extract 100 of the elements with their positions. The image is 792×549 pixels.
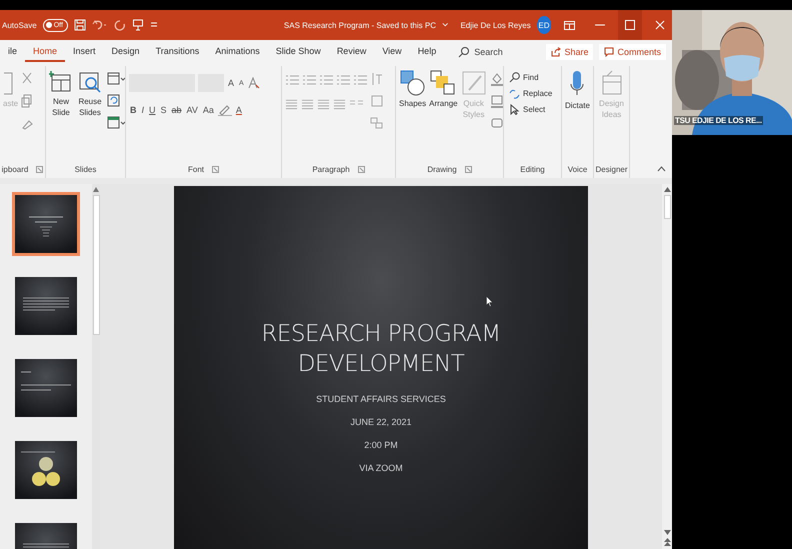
highlighter-icon[interactable] bbox=[218, 104, 232, 116]
group-label: Voice bbox=[568, 164, 588, 174]
ribbon-button[interactable]: Reuse Slides bbox=[78, 70, 102, 119]
slide-subtitle: VIA ZOOM bbox=[359, 462, 403, 473]
slide-preview-drawing bbox=[15, 359, 77, 417]
list-icon[interactable] bbox=[319, 74, 333, 86]
presentation-icon[interactable] bbox=[132, 19, 144, 31]
smartart-icon[interactable] bbox=[370, 116, 384, 130]
format-button[interactable]: B bbox=[129, 105, 138, 115]
group-label: Drawing bbox=[427, 164, 457, 174]
ribbon-button[interactable]: Shapes bbox=[399, 70, 426, 110]
slide-subtitle: 2:00 PM bbox=[364, 440, 398, 450]
redo-icon[interactable] bbox=[114, 19, 126, 31]
ribbon-tab[interactable]: ile bbox=[0, 42, 26, 62]
autosave-label: AutoSave bbox=[2, 20, 37, 30]
slide-thumbnail[interactable] bbox=[12, 356, 80, 420]
format-button[interactable]: I bbox=[140, 105, 146, 115]
slide-thumbnail[interactable] bbox=[12, 192, 80, 256]
comments-button[interactable]: Comments bbox=[599, 44, 666, 60]
maximize-icon bbox=[624, 20, 635, 30]
ribbon-tab[interactable]: Insert bbox=[65, 42, 104, 62]
participant-name: TSU EDJIE DE LOS RE... bbox=[674, 116, 763, 125]
align-icon[interactable] bbox=[317, 98, 330, 110]
group-label: ipboard bbox=[2, 164, 28, 174]
scroll-down-icon[interactable] bbox=[664, 530, 670, 535]
ribbon-tab[interactable]: Animations bbox=[207, 42, 268, 62]
layout-icon[interactable] bbox=[107, 72, 125, 86]
search-icon bbox=[509, 72, 520, 83]
ribbon-button[interactable]: New Slide bbox=[49, 70, 73, 119]
list-icon[interactable] bbox=[336, 74, 350, 86]
document-title: SAS Research Program - Saved to this PC bbox=[284, 20, 436, 30]
ribbon-tab[interactable]: Transitions bbox=[148, 42, 208, 62]
user-avatar[interactable]: ED bbox=[536, 16, 552, 34]
format-button[interactable]: U bbox=[148, 105, 157, 115]
group-label: Editing bbox=[520, 164, 545, 174]
format-button[interactable]: ab bbox=[170, 105, 183, 115]
previous-slide-icon[interactable] bbox=[664, 538, 670, 546]
cursor-icon bbox=[486, 296, 493, 307]
save-icon[interactable] bbox=[74, 19, 86, 31]
new-slide-icon bbox=[49, 70, 73, 94]
section-icon[interactable] bbox=[107, 116, 125, 130]
align-icon[interactable] bbox=[301, 98, 314, 110]
shapes-icon bbox=[400, 70, 426, 96]
dialog-launcher-icon[interactable] bbox=[358, 166, 365, 172]
format-button[interactable]: S bbox=[160, 105, 168, 115]
ribbon-button[interactable]: Arrange bbox=[429, 70, 458, 110]
font-size-button[interactable]: A bbox=[227, 78, 236, 88]
scissors-icon[interactable] bbox=[21, 72, 34, 86]
align-icon[interactable] bbox=[333, 98, 346, 110]
slide-preview-drawing bbox=[15, 277, 77, 335]
format-button[interactable]: Aa bbox=[202, 105, 215, 115]
ribbon-tab[interactable]: Help bbox=[410, 42, 444, 62]
list-icon[interactable] bbox=[302, 74, 316, 86]
ribbon-tab[interactable]: View bbox=[374, 42, 410, 62]
undo-icon[interactable] bbox=[92, 19, 108, 31]
close-icon bbox=[654, 20, 665, 30]
user-name: Edjie De Los Reyes bbox=[460, 20, 531, 30]
dictate-button[interactable]: Dictate bbox=[565, 70, 590, 112]
scrollbar-thumb[interactable] bbox=[92, 195, 100, 335]
dialog-launcher-icon[interactable] bbox=[212, 166, 219, 172]
align-icon[interactable] bbox=[285, 98, 298, 110]
text-direction-icon[interactable] bbox=[370, 72, 384, 86]
collapse-ribbon-icon[interactable] bbox=[657, 166, 666, 172]
slide-title: DEVELOPMENT bbox=[298, 350, 464, 379]
pointer-icon bbox=[509, 104, 520, 115]
scroll-up-icon[interactable] bbox=[664, 187, 670, 192]
font-color-button[interactable]: A bbox=[234, 105, 243, 115]
slide-thumbnail[interactable] bbox=[12, 438, 80, 502]
clear-format-icon[interactable] bbox=[248, 77, 260, 89]
minimize-icon bbox=[594, 24, 604, 26]
arrange-icon bbox=[430, 70, 456, 96]
dialog-launcher-icon[interactable] bbox=[464, 166, 472, 172]
list-icon[interactable] bbox=[285, 74, 299, 86]
ribbon-button[interactable]: Find bbox=[507, 72, 554, 83]
ribbon-button[interactable]: Replace bbox=[507, 88, 554, 99]
magnifier-slide-icon bbox=[78, 70, 102, 94]
slide-canvas[interactable]: RESEARCH PROGRAM DEVELOPMENT STUDENT AFFAIRS SERVICES JUNE 22, 2021 2:00 PM VIA ZOOM bbox=[174, 186, 588, 549]
slide-title: RESEARCH PROGRAM bbox=[261, 320, 501, 349]
maximize-button[interactable] bbox=[618, 10, 642, 40]
replace-icon bbox=[509, 88, 520, 99]
search-field[interactable]: Search bbox=[474, 47, 534, 57]
reset-icon[interactable] bbox=[107, 94, 121, 108]
design-ideas-icon bbox=[600, 70, 622, 96]
ribbon-button[interactable]: Select bbox=[507, 104, 554, 115]
share-button[interactable]: Share bbox=[546, 44, 594, 60]
dialog-launcher-icon[interactable] bbox=[36, 166, 44, 172]
ribbon-tab[interactable]: Review bbox=[328, 42, 374, 62]
scrollbar-thumb[interactable] bbox=[664, 195, 670, 219]
customize-icon[interactable] bbox=[150, 21, 158, 29]
group-label: Paragraph bbox=[312, 164, 350, 174]
ribbon-tab[interactable]: Home bbox=[25, 42, 66, 62]
slide-thumbnail[interactable] bbox=[12, 274, 80, 338]
ribbon-tab[interactable]: Slide Show bbox=[268, 42, 329, 62]
scroll-up-icon[interactable] bbox=[93, 187, 99, 192]
window-layout-icon bbox=[564, 20, 575, 30]
list-icon[interactable] bbox=[353, 74, 367, 86]
ribbon-tab[interactable]: Design bbox=[104, 42, 148, 62]
align-text-icon[interactable] bbox=[370, 94, 384, 108]
format-button[interactable]: AV bbox=[186, 105, 199, 115]
caret-icon[interactable] bbox=[442, 22, 448, 28]
